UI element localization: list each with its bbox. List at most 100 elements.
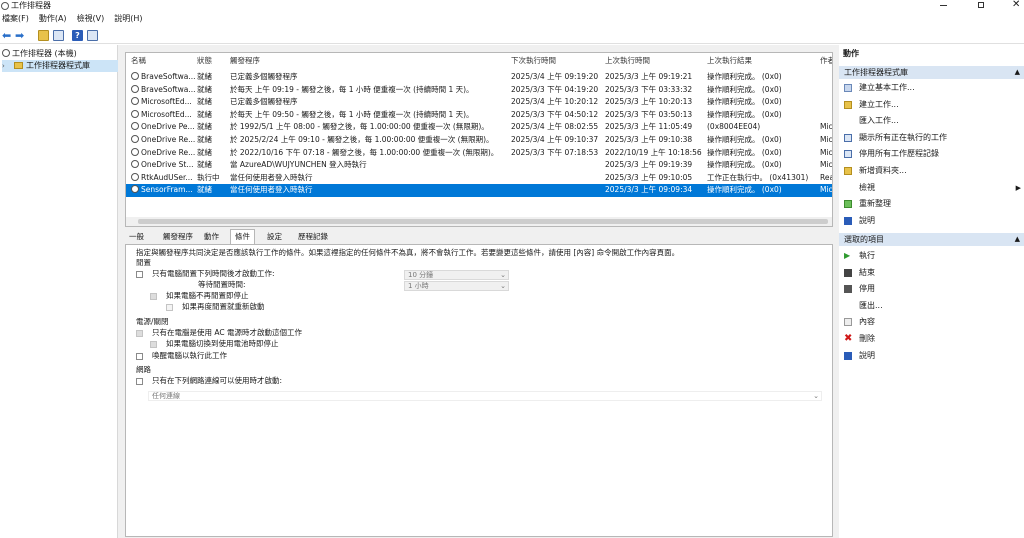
action-item-end[interactable]: 結束 xyxy=(839,266,1024,280)
action-item-new-folder[interactable]: 新增資料夾... xyxy=(839,164,1024,178)
clock-icon xyxy=(131,109,139,118)
action-item-label: 顯示所有正在執行的工作 xyxy=(859,132,947,142)
network-start-checkbox[interactable] xyxy=(136,378,143,385)
action-item-help[interactable]: 說明 xyxy=(839,349,1024,363)
horizontal-scrollbar[interactable] xyxy=(126,217,832,226)
cell-last-run: 2025/3/3 上午 09:10:38 xyxy=(605,134,705,147)
table-row[interactable]: OneDrive St... 就緒 當 AzureAD\WUJYUNCHEN 登入時… xyxy=(126,159,833,172)
column-header-last-result[interactable]: 上次執行結果 xyxy=(707,53,752,69)
cell-last-result: 操作順利完成。 (0x0) xyxy=(707,134,817,147)
idle-start-checkbox[interactable] xyxy=(136,271,143,278)
power-battery-label: 如果電腦切換到使用電池時即停止 xyxy=(166,339,279,348)
maximize-icon[interactable] xyxy=(978,2,984,8)
idle-time-dropdown[interactable]: 10 分鐘 ⌄ xyxy=(404,270,509,280)
scrollbar-thumb[interactable] xyxy=(138,219,828,224)
show-hide-tree-icon[interactable] xyxy=(53,30,64,41)
cell-next-run: 2025/3/4 上午 10:20:12 xyxy=(511,96,603,109)
action-item-create-task[interactable]: 建立工作... xyxy=(839,98,1024,112)
table-row[interactable]: OneDrive Re... 就緒 於 2022/10/16 下午 07:18 - … xyxy=(126,147,833,160)
close-icon[interactable]: ✕ xyxy=(1012,0,1020,11)
menu-action[interactable]: 動作(A) xyxy=(34,12,72,26)
forward-arrow-icon[interactable]: ➡ xyxy=(15,30,26,41)
table-row[interactable]: OneDrive Re... 就緒 於 2025/2/24 上午 09:10 - 觸… xyxy=(126,134,832,147)
cell-last-run: 2025/3/3 上午 09:19:21 xyxy=(605,71,705,84)
network-dropdown[interactable]: 任何連線 ⌄ xyxy=(148,391,822,401)
cell-next-run-text: 2025/3/4 上午 10:20:12 xyxy=(511,97,599,107)
table-row[interactable]: MicrosoftEd... 就緒 於每天 上午 09:50 - 觸發之後，每 1 … xyxy=(126,109,832,122)
cell-author-text: Mic xyxy=(820,160,833,170)
column-header-author[interactable]: 作者 xyxy=(820,53,832,69)
power-wake-checkbox[interactable] xyxy=(136,353,143,360)
cell-last-run: 2025/3/3 上午 09:10:05 xyxy=(605,172,705,185)
action-item-refresh[interactable]: 重新整理 xyxy=(839,197,1024,211)
column-header-trigger[interactable]: 觸發程序 xyxy=(230,53,260,69)
table-row[interactable]: SensorFram... 就緒 當任何使用者登入時執行 2025/3/3 上午 09… xyxy=(126,184,833,197)
action-item-disable[interactable]: 停用 xyxy=(839,282,1024,296)
cell-trigger: 當任何使用者登入時執行 xyxy=(230,184,508,197)
action-item-display-running[interactable]: 顯示所有正在執行的工作 xyxy=(839,131,1024,145)
chevron-right-icon[interactable]: › xyxy=(2,60,10,72)
cell-author-text: Mic xyxy=(820,185,833,195)
tab-conditions[interactable]: 條件 xyxy=(230,229,255,244)
table-row[interactable]: BraveSoftwa... 就緒 已定義多個觸發程序 2025/3/4 上午 09:… xyxy=(126,71,832,84)
column-header-name[interactable]: 名稱 xyxy=(131,53,146,69)
action-item-disable-history[interactable]: 停用所有工作歷程記錄 xyxy=(839,147,1024,161)
action-item-run[interactable]: ▶ 執行 xyxy=(839,249,1024,263)
cell-next-run: 2025/3/4 上午 08:02:55 xyxy=(511,121,603,134)
cell-next-run: 2025/3/4 上午 09:10:37 xyxy=(511,134,603,147)
menu-file[interactable]: 檔案(F) xyxy=(0,12,34,26)
action-item-export[interactable]: 匯出... xyxy=(839,299,1024,313)
action-pane-icon[interactable] xyxy=(87,30,98,41)
cell-last-result: 操作順利完成。 (0x0) xyxy=(707,84,817,97)
tree-item-library[interactable]: › 工作排程器程式庫 xyxy=(2,60,118,72)
action-item-create-basic-task[interactable]: 建立基本工作... xyxy=(839,81,1024,95)
back-arrow-icon[interactable]: ⬅ xyxy=(2,30,13,41)
tab-actions[interactable]: 動作 xyxy=(204,230,219,244)
tab-triggers[interactable]: 觸發程序 xyxy=(163,230,193,244)
actions-section-selected[interactable]: 選取的項目 ▲ xyxy=(839,233,1024,246)
cell-trigger-text: 於每天 上午 09:50 - 觸發之後，每 1 小時 便重複一次 (持續時間 1… xyxy=(230,109,474,119)
title-bar: 工作排程器 ✕ xyxy=(0,0,1024,12)
cell-trigger: 已定義多個觸發程序 xyxy=(230,96,508,109)
table-row[interactable]: OneDrive Pe... 就緒 於 1992/5/1 上午 08:00 - 觸發… xyxy=(126,121,833,134)
table-row[interactable]: RtkAudUSer... 執行中 當任何使用者登入時執行 2025/3/3 上午 0… xyxy=(126,172,832,185)
cell-next-run-text: 2025/3/4 上午 09:10:37 xyxy=(511,135,599,144)
column-header-status[interactable]: 狀態 xyxy=(197,53,212,69)
tab-general[interactable]: 一般 xyxy=(129,230,144,244)
help-icon[interactable]: ? xyxy=(72,30,83,41)
minimize-icon[interactable] xyxy=(940,5,947,6)
tab-settings[interactable]: 設定 xyxy=(267,230,282,244)
cell-status: 就緒 xyxy=(197,71,229,84)
idle-wait-dropdown[interactable]: 1 小時 ⌄ xyxy=(404,281,509,291)
power-battery-checkbox[interactable] xyxy=(150,341,157,348)
cell-name-text: OneDrive Re... xyxy=(141,135,195,144)
tab-history[interactable]: 歷程記錄 xyxy=(298,230,328,244)
up-folder-icon[interactable] xyxy=(38,30,49,41)
cell-author-text: Mic xyxy=(820,122,833,132)
menu-help[interactable]: 說明(H) xyxy=(109,12,147,26)
history-icon xyxy=(844,150,852,159)
actions-section-library[interactable]: 工作排程器程式庫 ▲ xyxy=(839,66,1024,79)
network-value: 任何連線 xyxy=(152,392,180,400)
table-row[interactable]: BraveSoftwa... 就緒 於每天 上午 09:19 - 觸發之後，每 1 … xyxy=(126,84,832,97)
action-item-properties[interactable]: 內容 xyxy=(839,315,1024,329)
cell-next-run-text: 2025/3/4 上午 08:02:55 xyxy=(511,122,599,132)
tree-root[interactable]: 工作排程器 (本機) xyxy=(2,48,77,59)
collapse-up-icon[interactable]: ▲ xyxy=(1015,233,1020,246)
action-item-label: 執行 xyxy=(859,251,875,260)
column-header-next-run[interactable]: 下次執行時間 xyxy=(511,53,556,69)
action-item-import-task[interactable]: 匯入工作... xyxy=(839,114,1024,128)
action-item-view[interactable]: 檢視 ▶ xyxy=(839,181,1024,195)
menu-view[interactable]: 檢視(V) xyxy=(72,12,110,26)
column-header-last-run[interactable]: 上次執行時間 xyxy=(605,53,650,69)
action-item-label: 新增資料夾... xyxy=(859,166,907,175)
power-ac-checkbox[interactable] xyxy=(136,330,143,337)
idle-stop-checkbox[interactable] xyxy=(150,293,157,300)
table-row[interactable]: MicrosoftEd... 就緒 已定義多個觸發程序 2025/3/4 上午 10:… xyxy=(126,96,832,109)
action-item-delete[interactable]: ✖ 刪除 xyxy=(839,332,1024,346)
idle-restart-checkbox[interactable] xyxy=(166,304,173,311)
action-item-help[interactable]: 說明 xyxy=(839,214,1024,228)
cell-author-text: Mic xyxy=(820,147,833,157)
cell-status-text: 就緒 xyxy=(197,97,212,107)
collapse-up-icon[interactable]: ▲ xyxy=(1015,66,1020,79)
